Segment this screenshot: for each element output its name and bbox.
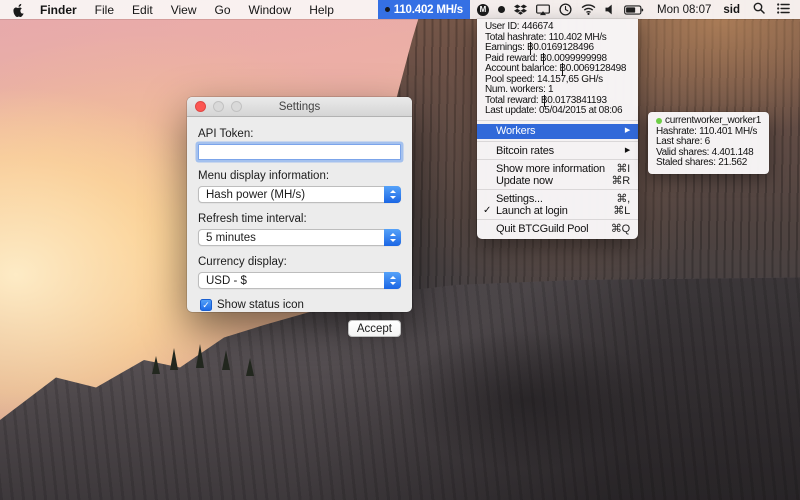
popup-selected-value: USD - $ (206, 274, 247, 287)
submenu-arrow-icon: ▶ (624, 146, 630, 154)
show-status-icon-checkbox[interactable]: ✓ (200, 299, 212, 311)
menu-separator (477, 141, 638, 142)
refresh-interval-popup[interactable]: 5 minutes (198, 229, 401, 246)
minimize-button[interactable] (213, 101, 224, 112)
pool-stats-section: User ID: 446674 Total hashrate: 110.402 … (477, 19, 638, 118)
refresh-interval-label: Refresh time interval: (198, 213, 307, 225)
shortcut-key: ⌘, (616, 192, 630, 205)
wifi-icon[interactable] (581, 4, 596, 15)
apple-icon (13, 3, 24, 17)
menubar-user[interactable]: sid (717, 4, 746, 16)
tree-silhouette (246, 358, 254, 376)
menu-separator (477, 189, 638, 190)
menu-separator (477, 120, 638, 121)
menu-bar: Finder File Edit View Go Window Help 110… (0, 0, 800, 19)
apple-menu[interactable] (0, 0, 31, 19)
dot-menu-icon[interactable] (498, 6, 506, 13)
menubar-item-view[interactable]: View (162, 0, 206, 19)
popup-stepper-icon (384, 229, 401, 246)
menubar-clock[interactable]: Mon 08:07 (651, 4, 717, 16)
spotlight-search-icon[interactable] (746, 2, 772, 17)
currency-display-label: Currency display: (198, 256, 287, 268)
menu-item-settings[interactable]: Settings... ⌘, (477, 193, 638, 205)
menubar-item-help[interactable]: Help (300, 0, 343, 19)
shortcut-key: ⌘Q (610, 222, 630, 235)
popup-stepper-icon (384, 186, 401, 203)
menu-display-label: Menu display information: (198, 170, 330, 182)
shortcut-key: ⌘L (613, 204, 630, 217)
tree-silhouette (152, 356, 160, 374)
tree-silhouette (170, 348, 178, 370)
menubar-item-edit[interactable]: Edit (123, 0, 162, 19)
hashrate-status-text: 110.402 MH/s (393, 3, 464, 16)
menu-item-update-now[interactable]: Update now ⌘R (477, 175, 638, 187)
volume-icon[interactable] (605, 4, 615, 15)
submenu-arrow-icon: ▶ (624, 127, 630, 134)
shortcut-key: ⌘I (616, 162, 630, 175)
zoom-button[interactable] (231, 101, 242, 112)
menu-separator (477, 219, 638, 220)
menubar-app-name[interactable]: Finder (31, 0, 86, 19)
tree-silhouette (222, 350, 230, 370)
shortcut-key: ⌘R (611, 174, 630, 187)
notification-center-icon[interactable] (772, 2, 800, 17)
menubar-item-file[interactable]: File (86, 0, 123, 19)
stat-last-update: Last update: 05/04/2015 at 08:06 (485, 105, 623, 116)
workers-submenu: currentworker_worker1 Hashrate: 110.401 … (648, 112, 769, 174)
close-button[interactable] (195, 101, 206, 112)
menubar-item-window[interactable]: Window (240, 0, 301, 19)
api-token-label: API Token: (198, 128, 254, 140)
currency-display-popup[interactable]: USD - $ (198, 272, 401, 289)
popup-selected-value: Hash power (MH/s) (206, 188, 306, 201)
menu-separator (477, 159, 638, 160)
settings-titlebar[interactable]: Settings (187, 97, 412, 117)
checkmark-icon: ✓ (483, 204, 492, 216)
popup-selected-value: 5 minutes (206, 231, 256, 244)
airplay-display-icon[interactable] (536, 3, 550, 16)
menubar-item-go[interactable]: Go (206, 0, 240, 19)
menu-item-bitcoin-rates[interactable]: Bitcoin rates ▶ (477, 145, 638, 157)
menu-item-quit[interactable]: Quit BTCGuild Pool ⌘Q (477, 223, 638, 235)
btcguild-dropdown-menu: User ID: 446674 Total hashrate: 110.402 … (477, 19, 638, 239)
time-machine-icon[interactable] (559, 3, 572, 16)
btcguild-status-item[interactable]: 110.402 MH/s (377, 0, 471, 19)
menu-item-launch-at-login[interactable]: ✓ Launch at login ⌘L (477, 205, 638, 217)
m-circle-menu-icon[interactable]: M (477, 3, 490, 16)
worker-online-dot-icon (656, 118, 662, 125)
show-status-icon-label: Show status icon (217, 299, 304, 311)
menu-item-workers[interactable]: Workers ▶ (477, 123, 638, 139)
menu-display-popup[interactable]: Hash power (MH/s) (198, 186, 401, 203)
accept-button[interactable]: Accept (347, 320, 401, 337)
api-token-input[interactable] (198, 144, 401, 160)
battery-icon[interactable] (624, 4, 644, 15)
settings-window: Settings API Token: Menu display informa… (187, 97, 412, 337)
worker-staled-shares: Staled shares: 21.562 (656, 157, 748, 168)
menu-item-show-more-information[interactable]: Show more information ⌘I (477, 163, 638, 175)
dropbox-icon[interactable] (514, 3, 527, 16)
btcguild-status-icon (384, 7, 390, 12)
tree-silhouette (196, 344, 204, 368)
popup-stepper-icon (384, 272, 401, 289)
